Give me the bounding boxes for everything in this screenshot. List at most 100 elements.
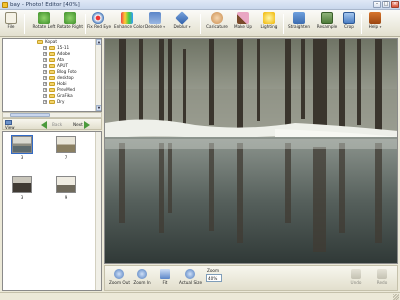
close-button[interactable]: × — [391, 1, 399, 8]
toolbar-separator — [24, 14, 25, 34]
rotate-left-label: Rotate Left — [32, 24, 56, 29]
expand-icon[interactable]: + — [43, 94, 47, 98]
resample-label: Resample — [316, 24, 338, 29]
toolbar-separator — [361, 14, 362, 34]
view-button[interactable]: View — [5, 120, 17, 130]
scroll-thumb[interactable] — [10, 113, 50, 117]
expand-icon[interactable]: + — [43, 58, 47, 62]
scroll-up-icon[interactable]: ▲ — [96, 39, 101, 45]
actual-size-icon — [185, 269, 195, 279]
folder-icon — [49, 94, 55, 98]
toolbar-separator — [283, 14, 284, 34]
rotate-left-icon — [38, 12, 50, 24]
rotate-right-button[interactable]: Rotate Right — [57, 12, 83, 36]
rotate-left-button[interactable]: Rotate Left — [32, 12, 56, 36]
back-button[interactable]: Back — [52, 122, 62, 127]
main-toolbar: File Rotate Left Rotate Right Fix Red Ey… — [0, 10, 400, 37]
thumbnail-nav-bar: View Back Next — [2, 118, 102, 130]
deblur-icon — [175, 11, 189, 25]
denoise-icon — [149, 12, 161, 24]
thumbnail-label: 3 — [20, 155, 24, 160]
image-canvas[interactable] — [104, 38, 398, 264]
thumbnail-item[interactable]: 9 — [54, 176, 78, 200]
photo-editor-window: bay - Photo! Editor [40%] – □ × File Rot… — [0, 0, 400, 300]
thumbnail-item[interactable]: 7 — [54, 136, 78, 160]
actual-size-button[interactable]: Actual Size — [179, 269, 203, 289]
expand-icon[interactable]: + — [43, 52, 47, 56]
thumbnail-image — [56, 136, 76, 153]
zoom-out-label: Zoom Out — [109, 280, 130, 285]
redo-button[interactable]: Redo — [375, 269, 389, 289]
redo-icon — [377, 269, 387, 279]
folder-icon — [49, 64, 55, 68]
actual-size-label: Actual Size — [179, 280, 203, 285]
zoom-in-label: Zoom In — [133, 280, 151, 285]
zoom-in-icon — [137, 269, 147, 279]
caricature-label: Caricature — [206, 24, 228, 29]
tree-vertical-scrollbar[interactable]: ▲ ▼ — [95, 39, 101, 111]
expand-icon[interactable]: + — [43, 76, 47, 80]
deblur-button[interactable]: Deblur ▾ — [172, 11, 192, 36]
thumbnail-label: 7 — [64, 155, 68, 160]
undo-button[interactable]: Undo — [349, 269, 363, 289]
zoom-title: Zoom — [207, 268, 220, 273]
next-button[interactable]: Next — [73, 122, 83, 127]
zoom-out-button[interactable]: Zoom Out — [109, 269, 130, 289]
denoise-button[interactable]: Denoise ▾ — [144, 12, 166, 36]
enhance-color-icon — [121, 12, 133, 24]
scroll-down-icon[interactable]: ▼ — [96, 105, 101, 111]
zoom-in-button[interactable]: Zoom In — [133, 269, 151, 289]
help-icon — [369, 12, 381, 24]
enhance-color-label: Enhance Color — [114, 24, 145, 29]
file-label: File — [7, 24, 15, 29]
file-icon — [5, 12, 17, 24]
rotate-right-icon — [64, 12, 76, 24]
make-up-icon — [237, 12, 249, 24]
rotate-right-label: Rotate Right — [57, 24, 84, 29]
resample-button[interactable]: Resample — [314, 12, 340, 36]
expand-icon[interactable]: + — [43, 88, 47, 92]
fit-label: Fit — [162, 280, 168, 285]
expand-icon[interactable]: + — [43, 70, 47, 74]
tree-item[interactable]: + Dry — [3, 99, 95, 105]
file-button[interactable]: File — [3, 12, 19, 36]
expand-icon[interactable]: + — [43, 100, 47, 104]
lighting-label: Lighting — [260, 24, 278, 29]
view-label: View — [5, 125, 15, 130]
crop-button[interactable]: Crop — [341, 12, 357, 36]
thumbnail-label: 3 — [20, 195, 24, 200]
lighting-icon — [263, 12, 275, 24]
lighting-button[interactable]: Lighting — [258, 12, 280, 36]
minimize-button[interactable]: – — [373, 1, 381, 8]
tree-item-label: Dry — [57, 99, 65, 104]
expand-icon[interactable]: + — [43, 82, 47, 86]
thumbnail-item[interactable]: 3 — [10, 135, 34, 160]
expand-icon[interactable]: + — [43, 46, 47, 50]
caricature-icon — [211, 12, 223, 24]
maximize-button[interactable]: □ — [382, 1, 390, 8]
fix-red-eye-button[interactable]: Fix Red Eye — [87, 12, 112, 36]
expand-icon[interactable]: + — [43, 64, 47, 68]
straighten-label: Straighten — [288, 24, 310, 29]
next-arrow-icon[interactable] — [84, 121, 90, 129]
resample-icon — [321, 12, 333, 24]
caricature-button[interactable]: Caricature — [204, 12, 230, 36]
back-arrow-icon[interactable] — [41, 121, 47, 129]
status-bar — [0, 292, 400, 300]
help-button[interactable]: Help ▾ — [366, 12, 384, 36]
make-up-button[interactable]: Make Up — [232, 12, 254, 36]
thumbnail-image — [56, 176, 76, 193]
zoom-input[interactable] — [206, 274, 222, 282]
thumbnail-item[interactable]: 3 — [10, 176, 34, 200]
enhance-color-button[interactable]: Enhance Color — [114, 12, 145, 36]
folder-icon — [49, 100, 55, 104]
fit-button[interactable]: Fit — [159, 269, 171, 289]
thumbnail-label: 9 — [64, 195, 68, 200]
denoise-label: Denoise ▾ — [144, 24, 166, 29]
thumbnail-scrollbar[interactable] — [95, 132, 101, 290]
resize-grip-icon[interactable] — [393, 294, 399, 300]
fix-red-eye-label: Fix Red Eye — [87, 24, 112, 29]
deblur-label: Deblur ▾ — [173, 24, 191, 29]
red-eye-icon — [92, 12, 104, 24]
straighten-button[interactable]: Straighten — [285, 12, 313, 36]
